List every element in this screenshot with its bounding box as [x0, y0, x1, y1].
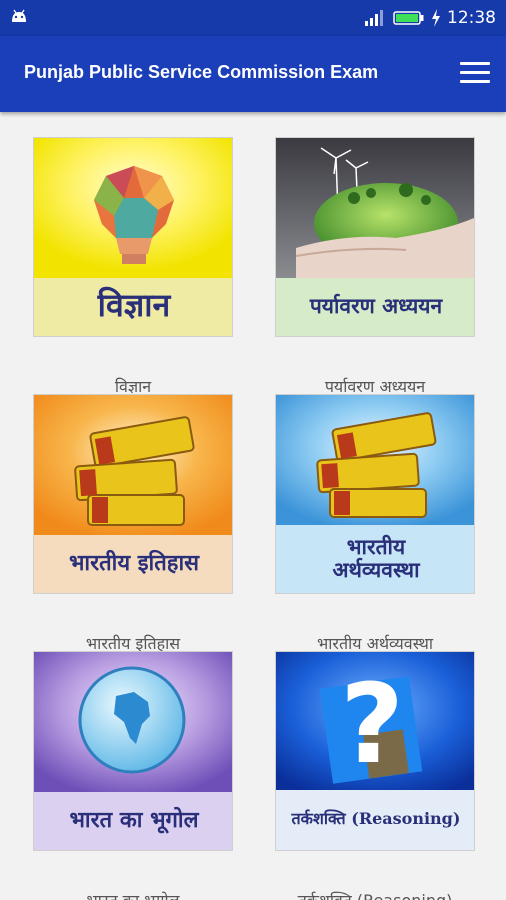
- tile-indian-history-label: भारतीय इतिहास: [68, 549, 200, 576]
- tile-reasoning-label: तर्कशक्ति (Reasoning): [291, 809, 461, 829]
- tile-environment-label: पर्यावरण अध्ययन: [309, 293, 443, 319]
- tile-indian-geography-label: भारत का भूगोल: [69, 806, 199, 833]
- tile-reasoning-image: ? तर्कशक्ति (Reasoning): [275, 651, 475, 851]
- svg-text:?: ?: [340, 660, 404, 788]
- tile-indian-economy-image: भारतीय अर्थव्यवस्था: [275, 394, 475, 594]
- app-title: Punjab Public Service Commission Exam: [24, 62, 379, 82]
- status-time: 12:38: [447, 8, 496, 28]
- tile-science-image: विज्ञान: [33, 137, 233, 337]
- tile-indian-geography-caption: भारत का भगोल: [23, 889, 243, 900]
- globe-icon: [78, 666, 186, 774]
- tile-science-label: विज्ञान: [97, 286, 171, 325]
- charging-icon: [432, 9, 440, 27]
- tile-reasoning-caption: तर्कशक्ति (Reasoning): [265, 889, 485, 900]
- tile-environment-image: पर्यावरण अध्ययन: [275, 137, 475, 337]
- signal-icon: [365, 10, 383, 26]
- status-bar: 12:38: [0, 0, 506, 36]
- tile-indian-geography-image: भारत का भूगोल: [33, 651, 233, 851]
- tile-indian-history-image: भारतीय इतिहास: [33, 394, 233, 594]
- books-icon: [74, 416, 195, 526]
- hamburger-menu-icon[interactable]: [460, 62, 490, 84]
- android-notification-icon: [12, 9, 26, 22]
- battery-icon: [393, 11, 424, 25]
- tile-indian-economy-label: भारतीय अर्थव्यवस्था: [332, 533, 420, 582]
- category-grid: विज्ञान विज्ञान पर्यावरण अध्ययन पर्यावरण…: [0, 112, 506, 900]
- app-bar: Punjab Public Service Commission Exam: [0, 36, 506, 112]
